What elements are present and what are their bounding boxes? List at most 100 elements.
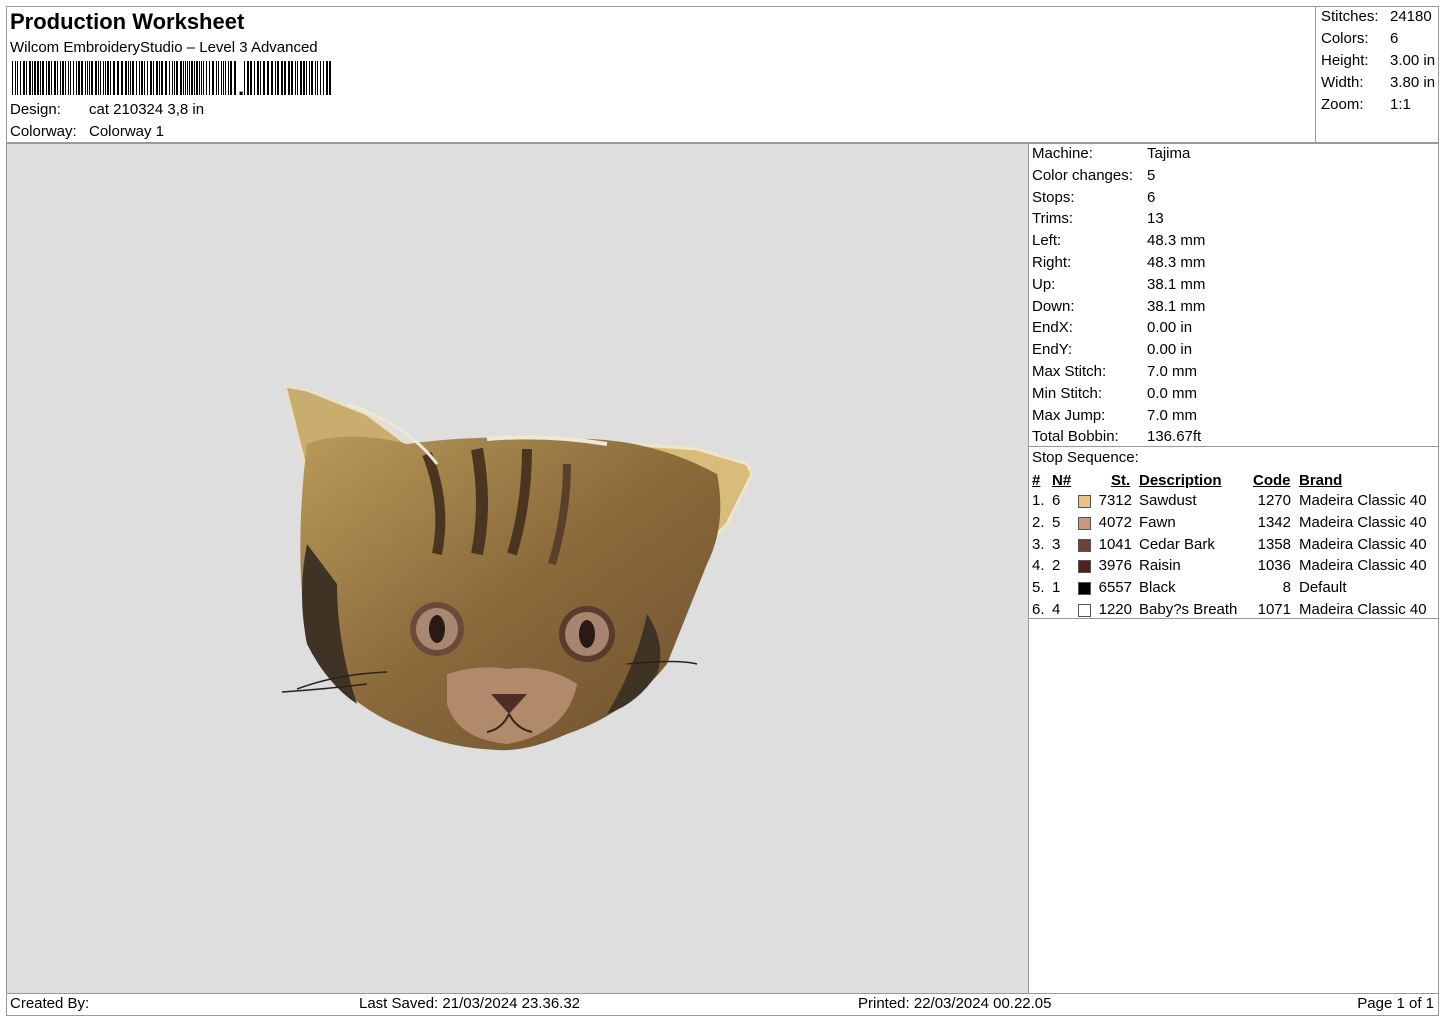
stitch-count: 6557 — [1098, 579, 1132, 597]
stitches-value: 24180 — [1390, 8, 1432, 25]
detail-value: 5 — [1147, 166, 1156, 184]
thread-code: 1071 — [1257, 601, 1291, 618]
height-row: Height: 3.00 in — [1321, 52, 1435, 69]
design-row: Design: cat 210324 3,8 in — [10, 101, 204, 118]
thread-description: Baby?s Breath — [1139, 601, 1238, 618]
detail-row: Min Stitch: 0.0 mm — [1032, 385, 1197, 402]
embroidery-cat-image — [281, 384, 754, 751]
divider — [1029, 446, 1438, 447]
thread-code: 1036 — [1257, 557, 1291, 575]
detail-value: 38.1 mm — [1147, 297, 1206, 315]
detail-row: Total Bobbin: 136.67ft — [1032, 428, 1201, 445]
thread-code: 1358 — [1257, 535, 1291, 553]
detail-row: Right: 48.3 mm — [1032, 254, 1205, 271]
width-value: 3.80 in — [1390, 74, 1436, 91]
needle-num: 4 — [1052, 601, 1061, 618]
detail-value: 48.3 mm — [1147, 254, 1206, 271]
stop-sequence-title: Stop Sequence: — [1032, 449, 1139, 466]
svg-text:,: , — [238, 75, 244, 95]
page-title: Production Worksheet — [10, 9, 245, 34]
thread-description: Cedar Bark — [1139, 535, 1215, 553]
thread-brand: Madeira Classic 40 — [1299, 535, 1427, 553]
col-header-stitches: St. — [1111, 472, 1131, 489]
stitch-count: 4072 — [1098, 513, 1132, 531]
printed-date: Printed: 22/03/2024 00.22.05 — [858, 995, 1052, 1012]
thread-description: Raisin — [1139, 557, 1181, 575]
colorway-row: Colorway: Colorway 1 — [10, 123, 164, 140]
stitch-count: 3976 — [1098, 557, 1132, 575]
thread-code: 1342 — [1257, 513, 1291, 531]
detail-label: Total Bobbin: — [1032, 428, 1119, 446]
color-swatch — [1078, 560, 1091, 574]
stop-num: 6. — [1032, 601, 1045, 618]
col-header-description: Description — [1139, 472, 1222, 489]
design-value: cat 210324 3,8 in — [89, 101, 205, 118]
detail-row: Down: 38.1 mm — [1032, 298, 1205, 315]
software-name: Wilcom EmbroideryStudio – Level 3 Advanc… — [10, 39, 318, 56]
stop-row: 3. 3 1041 Cedar Bark 1358 Madeira Classic 40 — [1029, 536, 1438, 558]
stop-num: 4. — [1032, 557, 1045, 575]
color-swatch — [1078, 604, 1091, 617]
detail-value: 48.3 mm — [1147, 232, 1206, 250]
detail-value: Tajima — [1147, 145, 1191, 162]
col-header-needle: N# — [1052, 472, 1072, 489]
stitch-count: 1220 — [1098, 601, 1132, 618]
detail-label: EndY: — [1032, 341, 1073, 359]
stop-row: 1. 6 7312 Sawdust 1270 Madeira Classic 40 — [1029, 492, 1438, 514]
needle-num: 2 — [1052, 557, 1061, 575]
detail-row: EndX: 0.00 in — [1032, 319, 1192, 336]
detail-label: EndX: — [1032, 319, 1073, 337]
color-swatch — [1078, 495, 1091, 508]
colors-row: Colors: 6 — [1321, 30, 1398, 47]
detail-label: Stops: — [1032, 188, 1075, 206]
detail-value: 7.0 mm — [1147, 363, 1198, 380]
stop-num: 3. — [1032, 535, 1045, 553]
header-info: Production Worksheet Wilcom EmbroiderySt… — [7, 7, 1315, 142]
detail-value: 13 — [1147, 210, 1164, 228]
col-header-code: Code — [1253, 472, 1291, 489]
needle-num: 5 — [1052, 513, 1061, 531]
thread-brand: Madeira Classic 40 — [1299, 601, 1427, 618]
detail-row: Machine: Tajima — [1032, 145, 1190, 162]
thread-description: Black — [1139, 579, 1176, 597]
stop-row: 4. 2 3976 Raisin 1036 Madeira Classic 40 — [1029, 557, 1438, 579]
detail-label: Machine: — [1032, 145, 1093, 162]
colors-label: Colors: — [1321, 30, 1369, 47]
zoom-row: Zoom: 1:1 — [1321, 96, 1411, 113]
detail-row: Left: 48.3 mm — [1032, 232, 1205, 249]
zoom-label: Zoom: — [1321, 96, 1364, 113]
page-number: Page 1 of 1 — [1357, 995, 1434, 1012]
detail-row: Color changes: 5 — [1032, 167, 1155, 184]
detail-row: EndY: 0.00 in — [1032, 341, 1192, 358]
stop-num: 2. — [1032, 513, 1045, 531]
needle-num: 6 — [1052, 492, 1061, 509]
thread-brand: Madeira Classic 40 — [1299, 492, 1427, 509]
needle-num: 3 — [1052, 535, 1061, 553]
color-swatch — [1078, 538, 1091, 552]
thread-description: Sawdust — [1139, 492, 1197, 509]
detail-value: 136.67ft — [1147, 428, 1202, 446]
color-swatch — [1078, 582, 1091, 596]
summary-panel: Stitches: 24180 Colors: 6 Height: 3.00 in W… — [1315, 7, 1439, 142]
stitches-row: Stitches: 24180 — [1321, 8, 1432, 25]
detail-value: 38.1 mm — [1147, 275, 1206, 293]
width-row: Width: 3.80 in — [1321, 74, 1435, 91]
detail-row: Max Jump: 7.0 mm — [1032, 407, 1197, 424]
thread-brand: Madeira Classic 40 — [1299, 557, 1427, 575]
stitch-count: 7312 — [1098, 492, 1132, 509]
stop-num: 1. — [1032, 492, 1045, 509]
stop-row: 2. 5 4072 Fawn 1342 Madeira Classic 40 — [1029, 514, 1438, 536]
color-swatch — [1078, 516, 1091, 530]
detail-value: 0.00 in — [1147, 319, 1193, 337]
stitches-label: Stitches: — [1321, 8, 1379, 25]
detail-row: Up: 38.1 mm — [1032, 276, 1205, 293]
colorway-value: Colorway 1 — [89, 123, 165, 140]
detail-label: Left: — [1032, 232, 1062, 250]
detail-label: Right: — [1032, 254, 1072, 271]
col-header-brand: Brand — [1299, 472, 1343, 489]
colorway-label: Colorway: — [10, 123, 77, 140]
stop-num: 5. — [1032, 579, 1045, 597]
worksheet-header: Production Worksheet Wilcom EmbroiderySt… — [6, 6, 1439, 143]
last-saved: Last Saved: 21/03/2024 23.36.32 — [359, 995, 581, 1012]
detail-row: Trims: 13 — [1032, 210, 1164, 227]
